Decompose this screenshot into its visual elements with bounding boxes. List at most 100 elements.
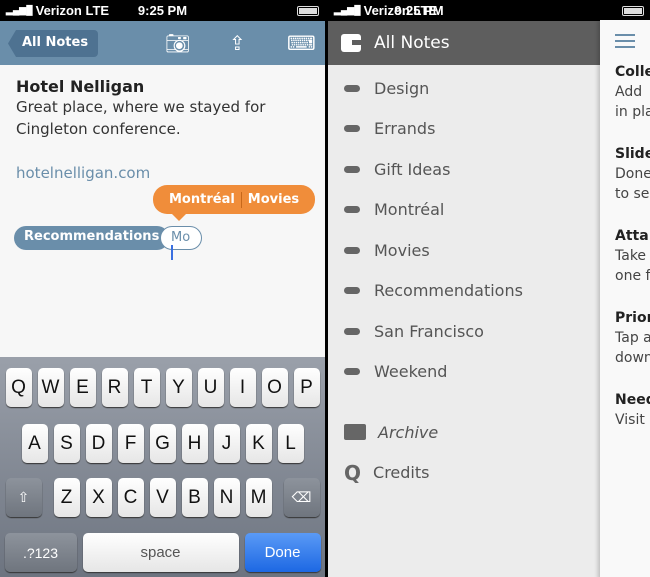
key-i[interactable]: I [229,368,256,407]
tag-icon [344,287,360,295]
network: LTE [413,3,438,18]
note-preview-text: Visit [615,412,645,428]
key-q[interactable]: Q [5,368,32,407]
tag-icon [344,327,360,335]
numbers-key[interactable]: .?123 [4,533,77,572]
tag-input[interactable]: Mo [160,226,202,250]
tag-icon [344,368,360,376]
space-key[interactable]: space [82,533,239,572]
key-h[interactable]: H [181,424,208,463]
menu-item-label: Recommendations [374,281,523,301]
network: LTE [85,3,110,18]
note-preview-title: Colle [615,64,650,80]
note-content[interactable]: Hotel Nelligan Great place, where we sta… [0,65,325,196]
key-f[interactable]: F [117,424,144,463]
note-preview[interactable]: Colle Add in pla [615,62,650,122]
note-preview-text: Add [615,84,643,100]
keyboard-dismiss-icon[interactable]: ⌨ [287,31,316,55]
menu-item-label: Gift Ideas [374,159,451,179]
tag-input-text: Mo [171,230,191,245]
key-a[interactable]: A [21,424,48,463]
tag-icon [344,84,360,92]
key-c[interactable]: C [117,478,144,517]
menu-item-label: Credits [373,463,430,483]
key-m[interactable]: M [245,478,272,517]
shift-key[interactable]: ⇧ [5,478,42,517]
menu-item-label: Montréal [374,200,445,220]
menu-screen: ▂▄▆█ Verizon LTE 9:25 PM All Notes Desig… [328,0,650,577]
note-preview-title: Slide [615,146,650,162]
suggestion-movies[interactable]: Movies [242,192,305,207]
menu-item-label: Movies [374,240,430,260]
delete-key[interactable]: ⌫ [283,478,320,517]
key-o[interactable]: O [261,368,288,407]
note-preview-text: in pla [615,104,650,120]
note-preview-title: Atta [615,228,649,244]
tag-icon [344,125,360,133]
hamburger-menu-icon[interactable] [615,34,635,48]
status-bar: ▂▄▆█ Verizon LTE 9:25 PM [0,0,325,21]
credits-icon: Q [344,460,362,485]
signal-icon: ▂▄▆█ [334,5,361,15]
status-bar: ▂▄▆█ Verizon LTE 9:25 PM [328,0,650,21]
key-v[interactable]: V [149,478,176,517]
note-preview[interactable]: Prior Tap a down [615,308,650,368]
tag-recommendations[interactable]: Recommendations [14,226,170,250]
note-preview-text: Done [615,166,650,182]
menu-item-label: All Notes [374,33,450,53]
menu-item-label: Archive [378,422,439,442]
key-j[interactable]: J [213,424,240,463]
note-preview-title: Need [615,392,650,408]
share-icon[interactable]: ⇪ [229,31,246,55]
all-notes-back-button[interactable]: All Notes [8,30,99,57]
app-logo-icon [341,34,361,52]
menu-item-label: Design [374,78,430,98]
key-t[interactable]: T [133,368,160,407]
keyboard: QWERTYUIOP ASDFGHJKL ⇧ Z X C V B N M ⌫ .?123 spa… [0,357,325,577]
battery-icon [297,5,319,16]
signal-icon: ▂▄▆█ [6,5,33,15]
note-preview-text: down [615,350,650,366]
key-g[interactable]: G [149,424,176,463]
key-w[interactable]: W [37,368,64,407]
suggestion-montreal[interactable]: Montréal [163,192,241,207]
key-r[interactable]: R [101,368,128,407]
tag-suggestions: Montréal Movies [153,185,316,221]
key-y[interactable]: Y [165,368,192,407]
battery-icon [622,5,644,16]
key-u[interactable]: U [197,368,224,407]
archive-icon [344,424,366,441]
tag-icon [344,206,360,214]
key-d[interactable]: D [85,424,112,463]
key-s[interactable]: S [53,424,80,463]
note-preview[interactable]: Atta Take one f [615,226,650,286]
note-list-peek[interactable]: Colle Add in pla Slide Done to se Atta Take one … [600,20,650,577]
key-p[interactable]: P [293,368,320,407]
menu-item-label: San Francisco [374,321,484,341]
note-body-line: Cingleton conference. [16,120,181,138]
key-x[interactable]: X [85,478,112,517]
menu-item-label: Errands [374,119,436,139]
key-z[interactable]: Z [53,478,80,517]
note-link[interactable]: hotelnelligan.com [16,162,309,184]
carrier: Verizon [363,3,410,18]
note-preview[interactable]: Slide Done to se [615,144,650,204]
camera-icon[interactable]: 📷︎ [165,31,190,55]
key-l[interactable]: L [277,424,304,463]
note-preview[interactable]: Need Visit [615,390,650,430]
tag-icon [344,246,360,254]
key-e[interactable]: E [69,368,96,407]
menu-item-label: Weekend [374,362,448,382]
note-preview-text: Tap a [615,330,650,346]
key-k[interactable]: K [245,424,272,463]
note-preview-title: Prior [615,310,650,326]
note-preview-text: Take [615,248,647,264]
note-preview-text: to se [615,186,650,202]
key-n[interactable]: N [213,478,240,517]
carrier: Verizon [35,3,82,18]
done-key[interactable]: Done [244,533,321,572]
note-body-line: Great place, where we stayed for [16,98,266,116]
note-title: Hotel Nelligan [16,77,145,96]
tag-icon [344,165,360,173]
key-b[interactable]: B [181,478,208,517]
